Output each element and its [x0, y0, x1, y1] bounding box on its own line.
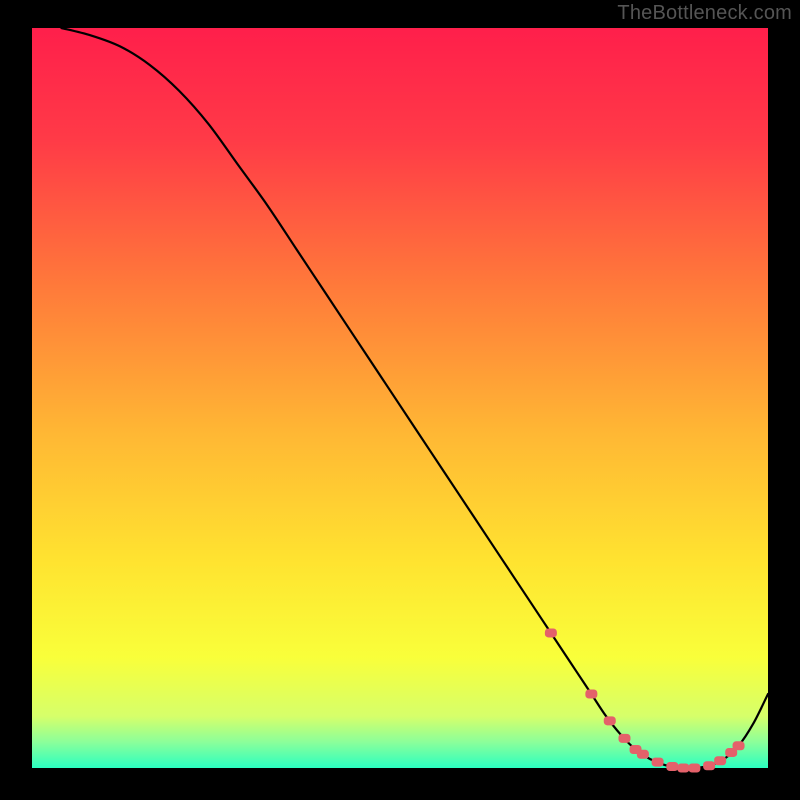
curve-marker	[585, 690, 597, 699]
chart-container: TheBottleneck.com	[0, 0, 800, 800]
bottleneck-curve	[61, 28, 768, 768]
curve-marker	[637, 750, 649, 759]
curve-marker	[618, 734, 630, 743]
curve-marker	[652, 758, 664, 767]
curve-markers	[545, 628, 745, 772]
curve-marker	[545, 628, 557, 637]
curve-marker	[666, 762, 678, 771]
curve-marker	[677, 764, 689, 773]
curve-marker	[714, 756, 726, 765]
curve-marker	[733, 741, 745, 750]
curve-marker	[688, 764, 700, 773]
watermark-text: TheBottleneck.com	[617, 2, 792, 25]
curve-marker	[703, 761, 715, 770]
curve-layer	[32, 28, 768, 768]
curve-marker	[604, 716, 616, 725]
plot-area	[32, 28, 768, 768]
